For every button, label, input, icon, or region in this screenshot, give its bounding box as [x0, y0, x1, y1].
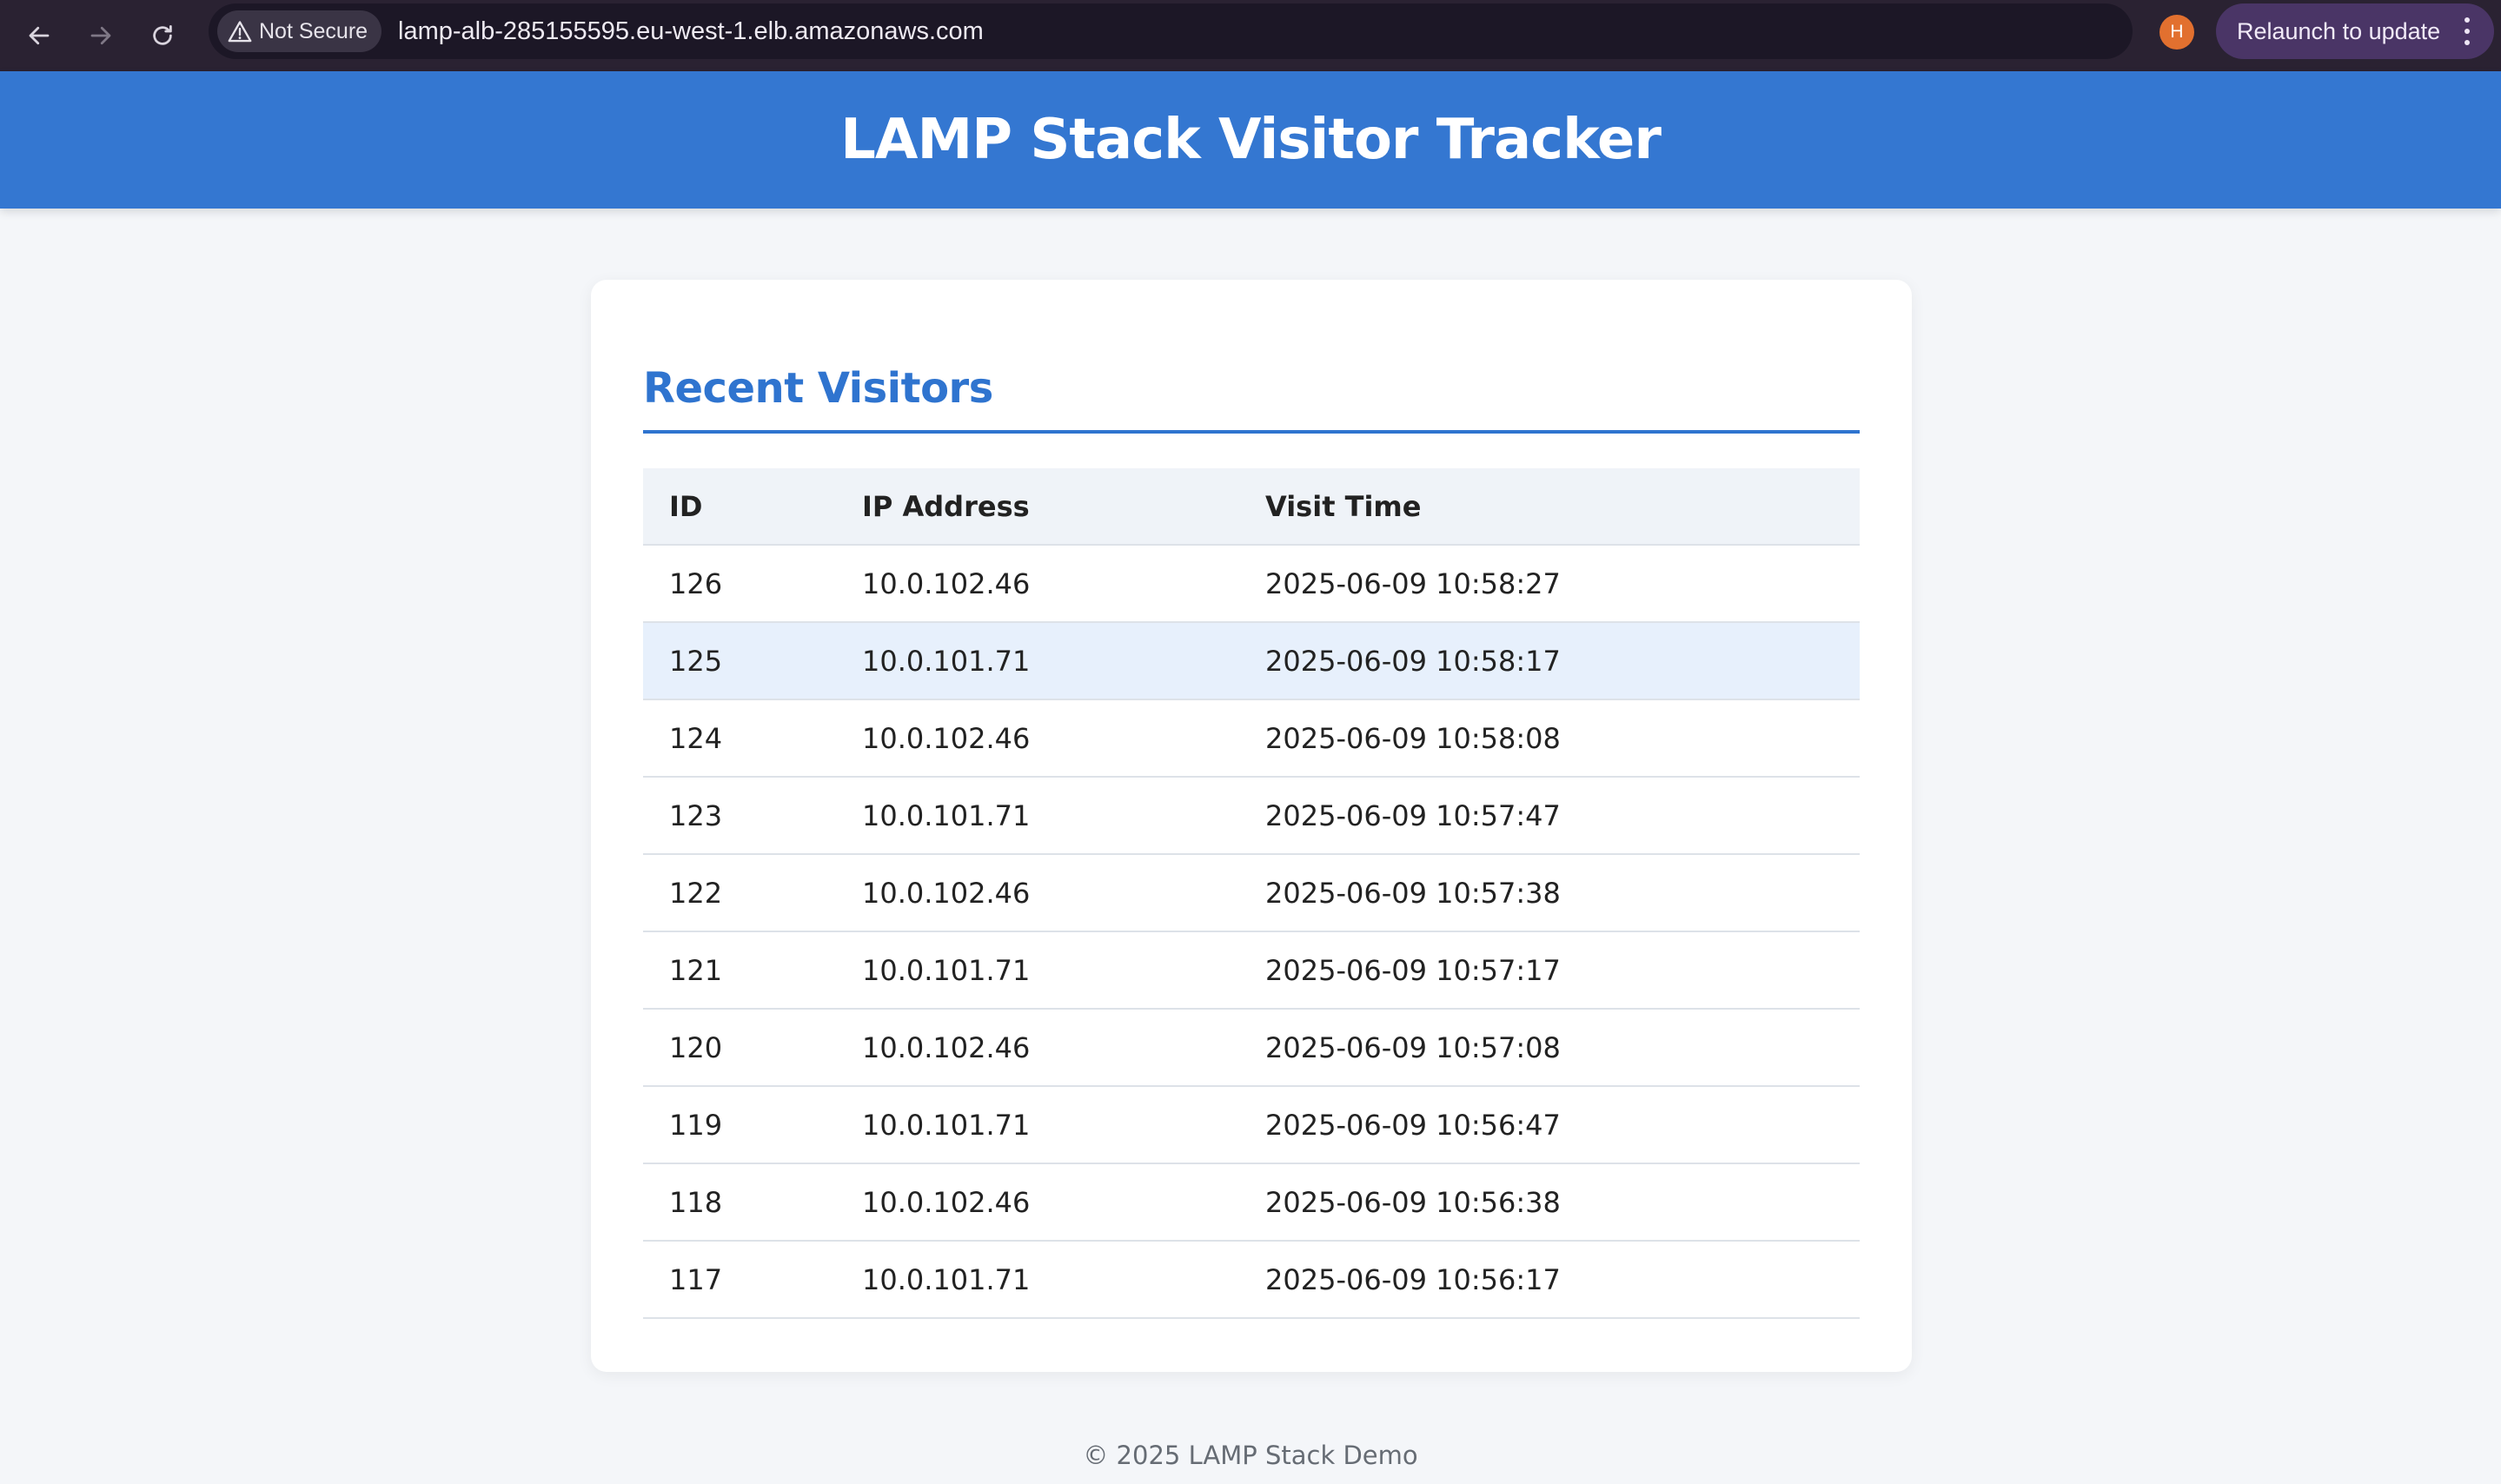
table-row: 126 10.0.102.46 2025-06-09 10:58:27 [643, 546, 1860, 623]
cell-visit-time: 2025-06-09 10:58:17 [1265, 644, 1561, 678]
reload-icon [153, 25, 172, 45]
cell-visit-time: 2025-06-09 10:57:38 [1265, 876, 1561, 910]
cell-ip: 10.0.101.71 [862, 1108, 1031, 1142]
cell-id: 121 [669, 953, 723, 987]
cell-visit-time: 2025-06-09 10:57:17 [1265, 953, 1561, 987]
address-bar[interactable]: Not Secure lamp-alb-285155595.eu-west-1.… [209, 3, 2304, 59]
cell-visit-time: 2025-06-09 10:58:27 [1265, 566, 1561, 600]
table-row: 117 10.0.101.71 2025-06-09 10:56:17 [643, 1242, 1860, 1319]
table-row: 120 10.0.102.46 2025-06-09 10:57:08 [643, 1010, 1860, 1087]
table-row-hovered: 125 10.0.101.71 2025-06-09 10:58:17 [643, 623, 1860, 700]
table-row: 121 10.0.101.71 2025-06-09 10:57:17 [643, 932, 1860, 1010]
visitors-card: Recent Visitors ID IP Address Visit Time… [591, 280, 1912, 1372]
cell-ip: 10.0.102.46 [862, 566, 1031, 600]
cell-visit-time: 2025-06-09 10:56:38 [1265, 1185, 1561, 1219]
cell-ip: 10.0.102.46 [862, 876, 1031, 910]
cell-ip: 10.0.102.46 [862, 1185, 1031, 1219]
column-header-ip: IP Address [862, 489, 1030, 523]
cell-id: 118 [669, 1185, 723, 1219]
browser-toolbar: Not Secure lamp-alb-285155595.eu-west-1.… [0, 0, 2501, 71]
back-button[interactable] [15, 11, 63, 60]
page-header: LAMP Stack Visitor Tracker [0, 71, 2501, 209]
cell-id: 124 [669, 721, 723, 755]
profile-avatar[interactable]: H [2159, 15, 2194, 50]
cell-ip: 10.0.101.71 [862, 1262, 1031, 1296]
table-row: 119 10.0.101.71 2025-06-09 10:56:47 [643, 1087, 1860, 1164]
cell-id: 123 [669, 798, 723, 832]
security-label: Not Secure [259, 18, 368, 43]
column-header-visit-time: Visit Time [1265, 489, 1422, 523]
table-header-row: ID IP Address Visit Time [643, 468, 1860, 546]
page-footer: © 2025 LAMP Stack Demo [1083, 1441, 1418, 1470]
section-title: Recent Visitors [643, 364, 993, 413]
column-header-id: ID [669, 489, 703, 523]
visitors-table: ID IP Address Visit Time 126 10.0.102.46… [643, 468, 1860, 1319]
title-underline [643, 430, 1860, 434]
forward-icon [90, 26, 111, 45]
table-row: 118 10.0.102.46 2025-06-09 10:56:38 [643, 1164, 1860, 1242]
cell-id: 117 [669, 1262, 723, 1296]
back-icon [29, 26, 50, 45]
cell-ip: 10.0.101.71 [862, 953, 1031, 987]
warning-icon [228, 21, 252, 43]
relaunch-button[interactable]: Relaunch to update [2216, 3, 2494, 59]
cell-visit-time: 2025-06-09 10:58:08 [1265, 721, 1561, 755]
table-row: 122 10.0.102.46 2025-06-09 10:57:38 [643, 855, 1860, 932]
relaunch-label: Relaunch to update [2237, 17, 2441, 44]
cell-visit-time: 2025-06-09 10:56:17 [1265, 1262, 1561, 1296]
url-text[interactable]: lamp-alb-285155595.eu-west-1.elb.amazona… [398, 16, 984, 47]
cell-id: 122 [669, 876, 723, 910]
cell-ip: 10.0.101.71 [862, 644, 1031, 678]
cell-id: 120 [669, 1030, 723, 1064]
security-chip[interactable]: Not Secure [217, 10, 382, 52]
cell-visit-time: 2025-06-09 10:57:08 [1265, 1030, 1561, 1064]
cell-id: 126 [669, 566, 723, 600]
page-title: LAMP Stack Visitor Tracker [840, 108, 1662, 172]
cell-ip: 10.0.101.71 [862, 798, 1031, 832]
forward-button[interactable] [76, 11, 125, 60]
table-row: 123 10.0.101.71 2025-06-09 10:57:47 [643, 778, 1860, 855]
cell-visit-time: 2025-06-09 10:56:47 [1265, 1108, 1561, 1142]
more-vert-icon[interactable] [2463, 17, 2471, 45]
cell-ip: 10.0.102.46 [862, 1030, 1031, 1064]
cell-visit-time: 2025-06-09 10:57:47 [1265, 798, 1561, 832]
cell-ip: 10.0.102.46 [862, 721, 1031, 755]
reload-button[interactable] [138, 11, 187, 60]
cell-id: 125 [669, 644, 723, 678]
cell-id: 119 [669, 1108, 723, 1142]
table-row: 124 10.0.102.46 2025-06-09 10:58:08 [643, 700, 1860, 778]
